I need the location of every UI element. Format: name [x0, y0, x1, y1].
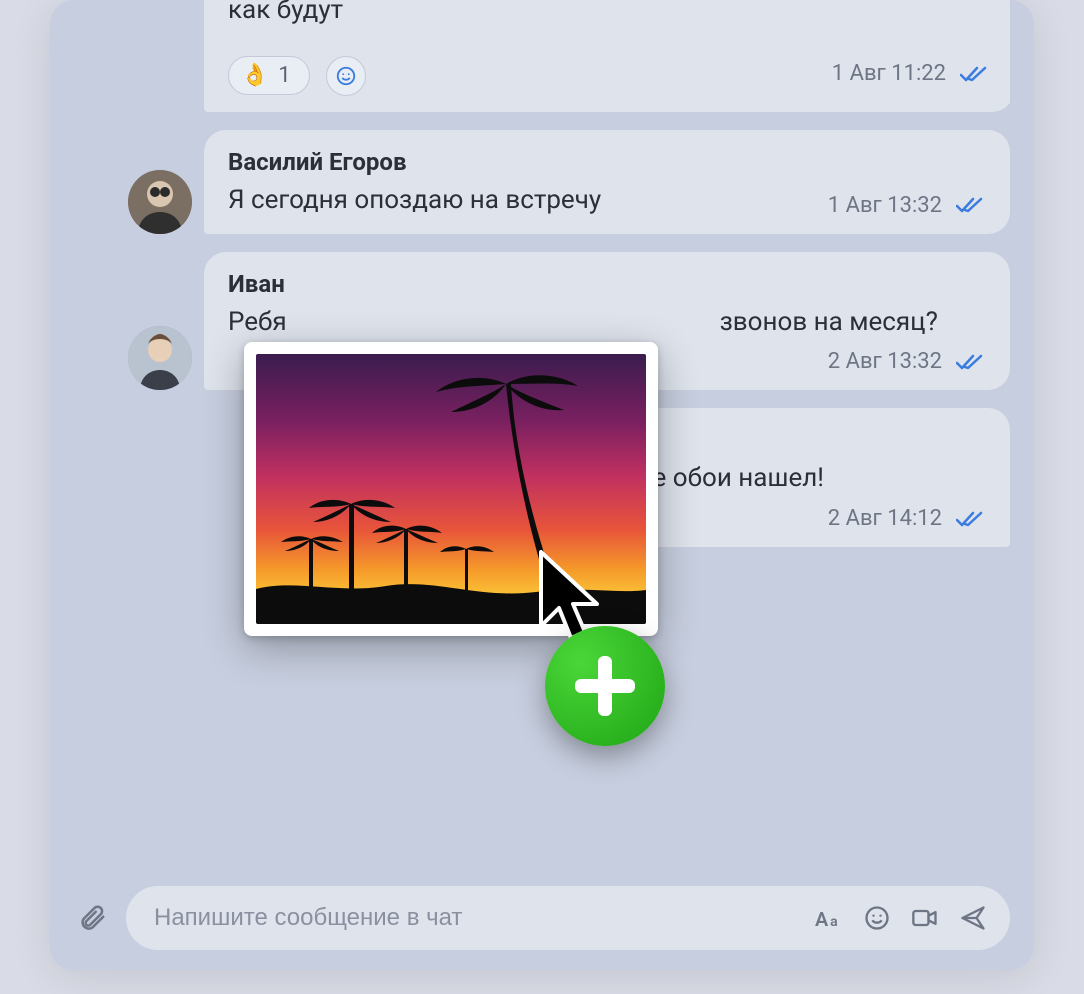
reaction-row: 👌 1 — [228, 56, 366, 96]
message-timestamp: 2 Авг 14:12 — [828, 506, 942, 531]
svg-text:A: A — [815, 908, 829, 931]
reaction-chip[interactable]: 👌 1 — [228, 56, 310, 95]
message-text: как будут — [228, 0, 990, 28]
video-button[interactable] — [910, 903, 940, 933]
message-row: Василий Егоров Я сегодня опоздаю на встр… — [74, 130, 1010, 234]
smile-icon — [863, 904, 891, 932]
message-sender: Василий Егоров — [228, 148, 986, 176]
read-checks-icon — [956, 352, 986, 372]
read-checks-icon — [956, 509, 986, 529]
message-row: как будут 👌 1 — [74, 0, 1010, 112]
message-timestamp: 1 Авг 13:32 — [828, 193, 942, 218]
message-meta: 1 Авг 13:32 — [828, 193, 986, 218]
message-text: Ребя звонов на месяц? — [228, 306, 986, 340]
message-sender: Иван — [228, 270, 986, 298]
text-format-icon: A a — [815, 904, 843, 932]
message-text-fragment: звонов на месяц? — [720, 307, 938, 337]
drag-preview[interactable] — [244, 342, 658, 636]
smile-icon — [335, 65, 357, 87]
composer-row: A a — [74, 886, 1010, 950]
drag-preview-image — [256, 354, 646, 624]
composer: A a — [126, 886, 1010, 950]
read-checks-icon — [960, 64, 990, 84]
format-button[interactable]: A a — [814, 903, 844, 933]
emoji-button[interactable] — [862, 903, 892, 933]
message-text-fragment: е обои нашел! — [653, 463, 824, 493]
message-timestamp: 1 Авг 11:22 — [832, 61, 946, 86]
video-icon — [910, 904, 940, 932]
add-reaction-button[interactable] — [326, 56, 366, 96]
avatar[interactable] — [128, 170, 192, 234]
message-timestamp: 2 Авг 13:32 — [828, 349, 942, 374]
reaction-count: 1 — [278, 63, 290, 88]
avatar[interactable] — [128, 326, 192, 390]
paperclip-icon — [77, 903, 107, 933]
message-text-fragment: Ребя — [228, 307, 287, 337]
message-text: Я сегодня опоздаю на встречу — [228, 184, 601, 218]
svg-text:a: a — [830, 914, 838, 930]
send-button[interactable] — [958, 903, 988, 933]
send-icon — [959, 904, 987, 932]
read-checks-icon — [956, 195, 986, 215]
message-input[interactable] — [154, 904, 796, 932]
message-bubble[interactable]: как будут 👌 1 — [204, 0, 1010, 112]
ok-hand-emoji: 👌 — [241, 63, 268, 88]
attach-button[interactable] — [74, 900, 110, 936]
message-bubble[interactable]: Василий Егоров Я сегодня опоздаю на встр… — [204, 130, 1010, 234]
message-meta: 1 Авг 11:22 — [832, 61, 990, 86]
